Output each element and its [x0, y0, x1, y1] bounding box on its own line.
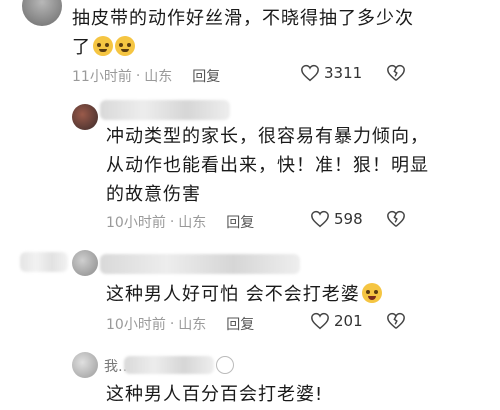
like-count: 201: [334, 312, 363, 330]
comment-meta: 11小时前 · 山东 回复: [72, 66, 220, 86]
broken-heart-icon: [387, 312, 405, 329]
broken-heart-icon: [387, 210, 405, 227]
crying-face-emoji: [115, 36, 135, 56]
comment-meta: 10小时前 · 山东 回复: [106, 314, 254, 334]
avatar[interactable]: [72, 104, 98, 130]
heart-icon: [311, 312, 329, 330]
comment-location: 山东: [178, 215, 207, 231]
reply-button[interactable]: 回复: [226, 314, 254, 334]
dislike-button[interactable]: [386, 64, 406, 86]
comment-text: 抽皮带的动作好丝滑，不晓得抽了多少次 了: [72, 4, 492, 62]
like-button[interactable]: 3311: [300, 64, 362, 82]
comment-time: 10小时前: [106, 215, 166, 231]
comment-line: 的故意伤害: [106, 184, 201, 205]
rolling-laughing-emoji: [361, 283, 382, 303]
heart-icon: [301, 64, 319, 82]
broken-heart-icon: [387, 64, 405, 81]
crying-face-emoji: [93, 36, 113, 56]
comment-line: 这种男人好可怕 会不会打老婆: [106, 280, 496, 309]
comment-line: 了: [72, 33, 492, 62]
separator: ·: [169, 316, 175, 332]
avatar[interactable]: [22, 0, 62, 26]
comment-line: 从动作也能看出来，快！准！狠！明显: [106, 155, 429, 176]
separator: ·: [135, 68, 141, 84]
comment-line: 冲动类型的家长，很容易有暴力倾向，: [106, 126, 429, 147]
comment-location: 山东: [178, 317, 207, 333]
avatar[interactable]: [72, 250, 98, 276]
comment-meta: 10小时前 · 山东 回复: [106, 212, 254, 232]
comment-time: 10小时前: [106, 317, 166, 333]
comment-text: 冲动类型的家长，很容易有暴力倾向， 从动作也能看出来，快！准！狠！明显 的故意伤…: [106, 122, 496, 209]
like-count: 3311: [324, 64, 363, 82]
emoji-icon: [216, 356, 234, 374]
like-button[interactable]: 598: [310, 210, 363, 228]
username-blurred: [20, 252, 68, 272]
dislike-button[interactable]: [386, 312, 406, 334]
username-blurred: [124, 356, 214, 374]
reply-button[interactable]: 回复: [226, 212, 254, 232]
comment-line: 抽皮带的动作好丝滑，不晓得抽了多少次: [72, 8, 414, 29]
like-count: 598: [334, 210, 363, 228]
heart-icon: [311, 210, 329, 228]
username-blurred: [100, 254, 300, 274]
avatar[interactable]: [72, 352, 98, 378]
comment-text: 这种男人好可怕 会不会打老婆: [106, 280, 496, 309]
separator: ·: [169, 214, 175, 230]
comment-text: 这种男人百分百会打老婆!: [106, 380, 496, 409]
reply-button[interactable]: 回复: [192, 66, 220, 86]
comment-location: 山东: [144, 69, 173, 85]
comment-time: 11小时前: [72, 69, 132, 85]
like-button[interactable]: 201: [310, 312, 363, 330]
username-blurred: [100, 100, 230, 120]
comment-line: 这种男人百分百会打老婆!: [106, 384, 324, 405]
dislike-button[interactable]: [386, 210, 406, 232]
